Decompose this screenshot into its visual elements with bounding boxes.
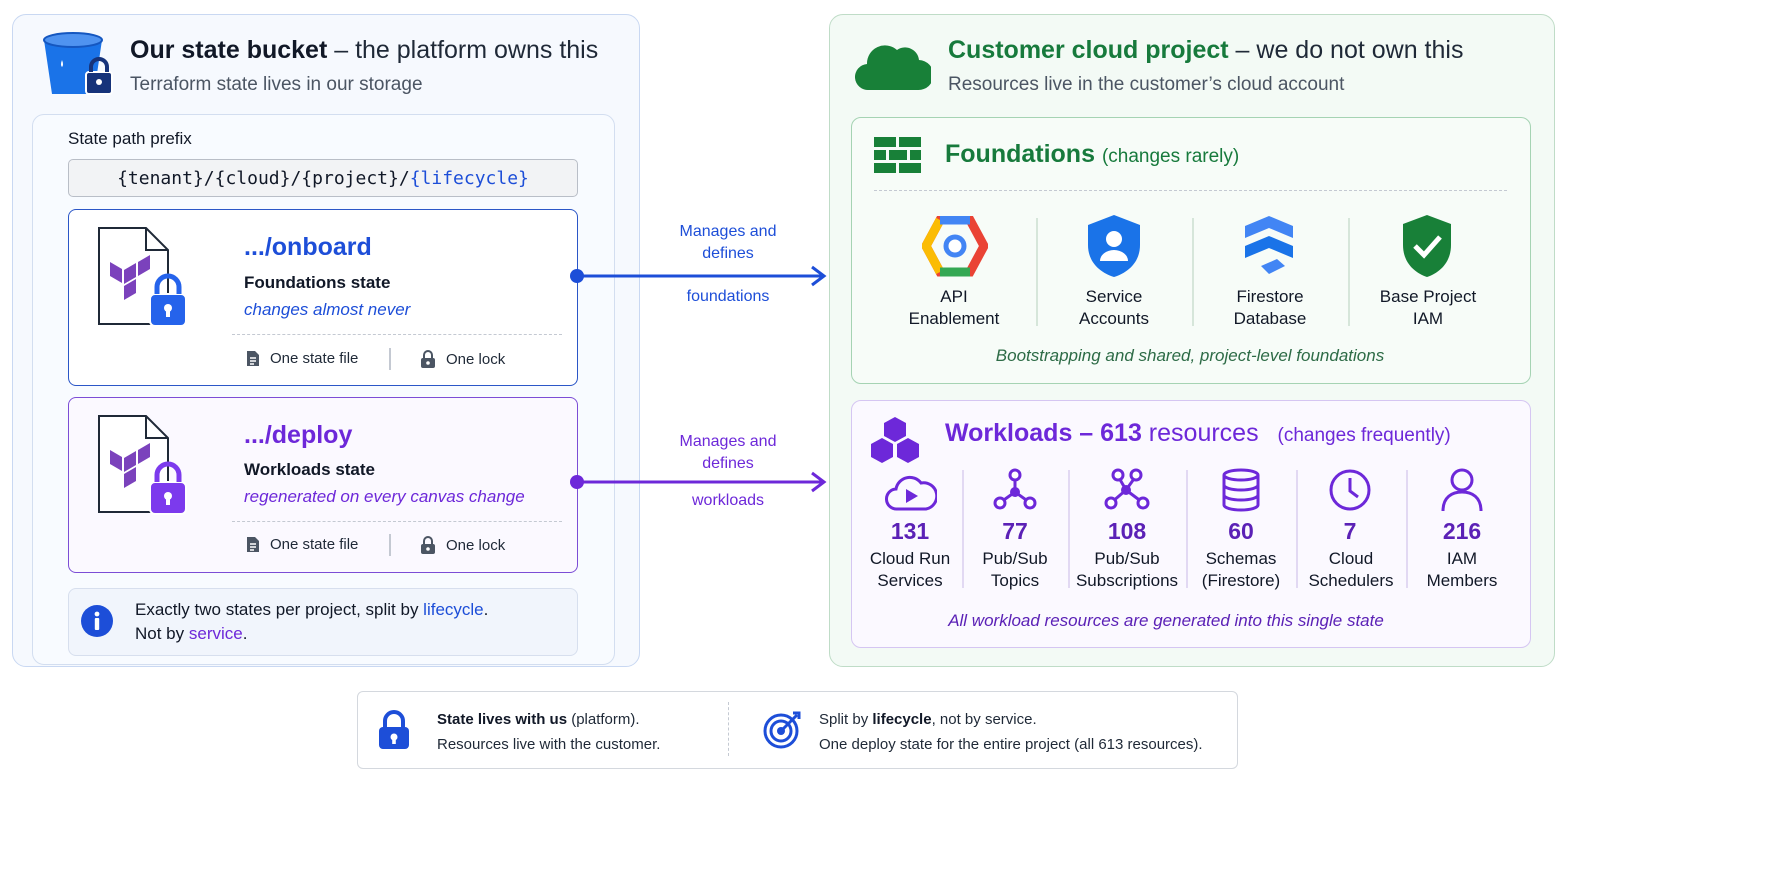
- divider: [1036, 218, 1038, 326]
- summary-split-text: Split by lifecycle, not by service. One …: [819, 711, 1203, 753]
- service-accounts-icon: [1088, 215, 1140, 277]
- pubsub-subscriptions-count: 108: [1107, 518, 1147, 544]
- database-icon: [1222, 468, 1260, 512]
- onboard-title: .../onboard: [244, 233, 372, 261]
- onboard-state-label: Foundations state: [244, 273, 391, 292]
- cloud-schedulers-count: 7: [1343, 518, 1357, 544]
- workloads-caption: All workload resources are generated int…: [948, 611, 1384, 630]
- schemas-label: Schemas (Firestore): [1201, 549, 1281, 590]
- pubsub-subscriptions-icon: [1104, 468, 1150, 510]
- foundation-api-enablement-label: API Enablement: [908, 287, 1000, 328]
- foundation-service-accounts-label: Service Accounts: [1079, 287, 1149, 328]
- target-icon: [763, 711, 801, 749]
- shield-check-icon: [1403, 215, 1451, 277]
- deploy-lock: One lock: [420, 536, 505, 554]
- clock-icon: [1329, 469, 1371, 511]
- document-icon: [247, 351, 259, 366]
- cloud-schedulers-label: Cloud Schedulers: [1308, 549, 1394, 590]
- deploy-state-file: One state file: [246, 536, 358, 553]
- firestore-icon: [1245, 216, 1293, 274]
- lock-icon: [421, 536, 435, 554]
- deploy-state-label: Workloads state: [244, 460, 376, 479]
- divider: [389, 348, 391, 370]
- workloads-connector-label: Manages and defines: [679, 433, 777, 472]
- state-bucket-subtitle: Terraform state lives in our storage: [130, 74, 423, 95]
- bucket-lock-icon: [43, 32, 113, 95]
- onboard-state-file: One state file: [246, 350, 358, 367]
- customer-project-subtitle: Resources live in the customer’s cloud a…: [948, 74, 1345, 95]
- state-path-label: State path prefix: [68, 129, 192, 148]
- foundations-connector-target: foundations: [686, 288, 770, 305]
- pubsub-topics-count: 77: [1002, 518, 1028, 544]
- lifecycle-info-text: Exactly two states per project, split by…: [135, 600, 489, 643]
- foundations-connector-label: Manages and defines: [679, 223, 777, 262]
- foundation-firestore-label: Firestore Database: [1233, 287, 1307, 328]
- cubes-icon: [871, 417, 919, 463]
- schemas-count: 60: [1228, 518, 1254, 544]
- onboard-lock: One lock: [420, 350, 505, 368]
- customer-project-title: Customer cloud project – we do not own t…: [948, 36, 1464, 64]
- deploy-note: regenerated on every canvas change: [244, 487, 525, 506]
- cloud-run-label: Cloud Run Services: [869, 549, 951, 590]
- divider: [389, 534, 391, 556]
- document-icon: [247, 537, 259, 552]
- deploy-title: .../deploy: [244, 421, 353, 449]
- user-icon: [1441, 468, 1483, 512]
- info-icon: [81, 605, 113, 637]
- cloud-run-count: 131: [890, 518, 930, 544]
- divider: [1348, 218, 1350, 326]
- foundation-base-iam-label: Base Project IAM: [1379, 287, 1477, 328]
- terraform-file-lock-icon: [98, 415, 187, 515]
- iam-members-count: 216: [1442, 518, 1482, 544]
- cloud-icon: [855, 45, 931, 91]
- divider: [874, 190, 1507, 191]
- terraform-file-lock-icon: [98, 227, 187, 327]
- api-enablement-icon: [922, 216, 988, 277]
- workloads-connector-target: workloads: [691, 492, 765, 509]
- divider: [232, 521, 562, 522]
- foundations-caption: Bootstrapping and shared, project-level …: [995, 346, 1385, 365]
- divider: [232, 334, 562, 335]
- summary-ownership-text: State lives with us (platform). Resource…: [437, 711, 661, 753]
- divider: [728, 702, 729, 756]
- cloud-run-icon: [885, 475, 937, 511]
- lock-icon: [421, 350, 435, 368]
- pubsub-subscriptions-label: Pub/Sub Subscriptions: [1075, 549, 1179, 590]
- state-bucket-title: Our state bucket – the platform owns thi…: [130, 36, 599, 64]
- iam-members-label: IAM Members: [1426, 549, 1498, 590]
- state-path-prefix: {tenant}/{cloud}/{project}/{lifecycle}: [68, 159, 578, 197]
- pubsub-topics-label: Pub/Sub Topics: [982, 549, 1048, 590]
- lock-icon: [379, 710, 409, 749]
- onboard-note: changes almost never: [244, 300, 411, 319]
- workloads-title: Workloads – 613 resources (changes frequ…: [945, 419, 1451, 447]
- foundations-title: Foundations (changes rarely): [945, 140, 1240, 168]
- pubsub-topics-icon: [993, 468, 1037, 510]
- bricks-icon: [874, 137, 921, 173]
- divider: [1192, 218, 1194, 326]
